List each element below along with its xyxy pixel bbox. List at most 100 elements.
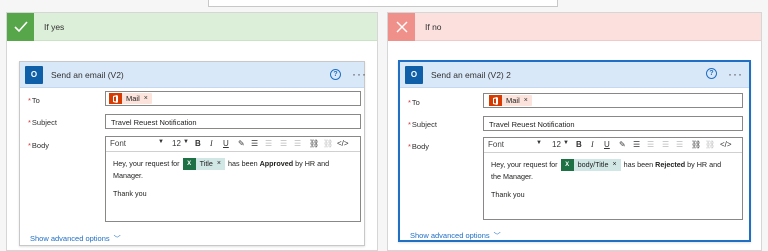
decrease-indent-icon[interactable]: ☰: [280, 139, 287, 148]
font-family-select[interactable]: Font: [488, 140, 504, 149]
mail-token[interactable]: Mail ×: [489, 95, 532, 106]
body-editor[interactable]: Font ▼ 12 ▼ B I U ✎ ☰ ☰ ☰ ☰ ⛓ ⛓ </> Hey,…: [105, 136, 361, 222]
bulleted-list-icon[interactable]: ☰: [251, 139, 258, 148]
chevron-down-icon: ﹀: [113, 236, 121, 243]
title-token-label: Title: [199, 159, 213, 169]
if-no-header[interactable]: If no: [388, 12, 761, 41]
to-row: *To: [20, 96, 100, 105]
status-text: Rejected: [655, 160, 686, 169]
more-options-icon[interactable]: ···: [352, 67, 367, 81]
show-advanced-options-link[interactable]: Show advanced options ﹀: [30, 234, 121, 244]
subject-row: *Subject: [20, 118, 100, 127]
code-view-icon[interactable]: </>: [337, 139, 349, 148]
send-email-card[interactable]: O Send an email (V2) ? ··· *To Mail × *S…: [19, 61, 367, 246]
subject-field[interactable]: Travel Reuest Notification: [483, 116, 743, 131]
remove-token-icon[interactable]: ×: [524, 97, 528, 104]
show-advanced-options-link[interactable]: Show advanced options ﹀: [410, 231, 501, 241]
title-token[interactable]: X Title ×: [182, 158, 225, 171]
outlook-icon: O: [405, 65, 423, 84]
mail-token-label: Mail: [506, 96, 520, 105]
bulleted-list-icon[interactable]: ☰: [633, 140, 640, 149]
if-yes-title: If yes: [44, 21, 65, 32]
title-token-label: body/Title: [577, 160, 609, 170]
if-yes-branch: If yes O Send an email (V2) ? ··· *To Ma…: [6, 12, 378, 251]
mail-token[interactable]: Mail ×: [109, 93, 152, 104]
advanced-label: Show advanced options: [30, 234, 110, 243]
rich-text-toolbar: Font ▼ 12 ▼ B I U ✎ ☰ ☰ ☰ ☰ ⛓ ⛓ </>: [106, 137, 360, 152]
office-icon: [109, 93, 122, 104]
card-header[interactable]: O Send an email (V2) 2 ? ···: [400, 62, 749, 88]
card-title: Send an email (V2) 2: [431, 69, 511, 80]
highlight-icon[interactable]: ✎: [238, 139, 245, 148]
decrease-indent-icon[interactable]: ☰: [662, 140, 669, 149]
subject-field[interactable]: Travel Reuest Notification: [105, 114, 361, 129]
unlink-icon[interactable]: ⛓: [705, 140, 715, 149]
if-yes-header[interactable]: If yes: [7, 12, 377, 41]
outlook-icon: O: [25, 65, 43, 84]
body-closing: Thank you: [491, 190, 525, 200]
body-label: *Body: [408, 142, 430, 151]
body-content: Hey, your request for X Title × has been…: [113, 158, 329, 200]
font-dropdown-icon[interactable]: ▼: [536, 140, 542, 146]
to-row: *To: [400, 98, 480, 107]
status-text: Approved: [259, 159, 294, 168]
more-options-icon[interactable]: ···: [728, 67, 743, 81]
increase-indent-icon[interactable]: ☰: [294, 139, 301, 148]
body-content: Hey, your request for X body/Title × has…: [491, 159, 721, 201]
font-family-select[interactable]: Font: [110, 139, 126, 148]
card-title: Send an email (V2): [51, 69, 124, 80]
help-icon[interactable]: ?: [330, 69, 341, 80]
card-header[interactable]: O Send an email (V2) ? ···: [20, 62, 367, 88]
font-size-dropdown-icon[interactable]: ▼: [563, 140, 569, 146]
condition-card-bottom-edge: [208, 0, 558, 7]
font-dropdown-icon[interactable]: ▼: [158, 139, 164, 145]
body-label: *Body: [28, 141, 50, 150]
office-icon: [489, 95, 502, 106]
body-title-token[interactable]: X body/Title ×: [560, 159, 621, 172]
unlink-icon[interactable]: ⛓: [323, 139, 333, 148]
increase-indent-icon[interactable]: ☰: [676, 140, 683, 149]
italic-button[interactable]: I: [210, 139, 213, 148]
check-icon: [7, 12, 34, 41]
subject-value: Travel Reuest Notification: [489, 120, 575, 129]
code-view-icon[interactable]: </>: [720, 140, 732, 149]
numbered-list-icon[interactable]: ☰: [647, 140, 654, 149]
remove-token-icon[interactable]: ×: [217, 158, 221, 170]
if-no-title: If no: [425, 21, 442, 32]
insert-link-icon[interactable]: ⛓: [309, 139, 319, 148]
subject-label: *Subject: [28, 118, 57, 127]
italic-button[interactable]: I: [591, 140, 594, 149]
to-field[interactable]: Mail ×: [105, 91, 361, 106]
font-size-select[interactable]: 12: [552, 140, 561, 149]
body-text: by HR and: [295, 159, 330, 168]
body-text: has been: [228, 159, 258, 168]
to-field[interactable]: Mail ×: [483, 93, 743, 108]
help-icon[interactable]: ?: [706, 68, 717, 79]
cross-icon: [388, 12, 415, 41]
underline-button[interactable]: U: [604, 140, 610, 149]
numbered-list-icon[interactable]: ☰: [265, 139, 272, 148]
chevron-down-icon: ﹀: [493, 233, 501, 240]
bold-button[interactable]: B: [195, 139, 201, 148]
body-text: Manager.: [113, 171, 143, 181]
subject-row: *Subject: [400, 120, 480, 129]
highlight-icon[interactable]: ✎: [619, 140, 626, 149]
to-label: *To: [408, 98, 420, 107]
to-label: *To: [28, 96, 40, 105]
insert-link-icon[interactable]: ⛓: [691, 140, 701, 149]
font-size-dropdown-icon[interactable]: ▼: [183, 139, 189, 145]
body-text: has been: [623, 160, 654, 169]
send-email-card-2[interactable]: O Send an email (V2) 2 ? ··· *To Mail × …: [398, 60, 751, 242]
subject-label: *Subject: [408, 120, 437, 129]
body-text: the Manager.: [491, 172, 533, 182]
font-size-select[interactable]: 12: [172, 139, 181, 148]
body-text: by HR and: [687, 160, 722, 169]
body-row: *Body: [400, 142, 480, 151]
underline-button[interactable]: U: [223, 139, 229, 148]
remove-token-icon[interactable]: ×: [613, 159, 617, 171]
remove-token-icon[interactable]: ×: [144, 95, 148, 102]
body-editor[interactable]: Font ▼ 12 ▼ B I U ✎ ☰ ☰ ☰ ☰ ⛓ ⛓ </> Hey,…: [483, 137, 743, 220]
body-text: Hey, your request for: [491, 160, 558, 169]
mail-token-label: Mail: [126, 94, 140, 103]
bold-button[interactable]: B: [576, 140, 582, 149]
